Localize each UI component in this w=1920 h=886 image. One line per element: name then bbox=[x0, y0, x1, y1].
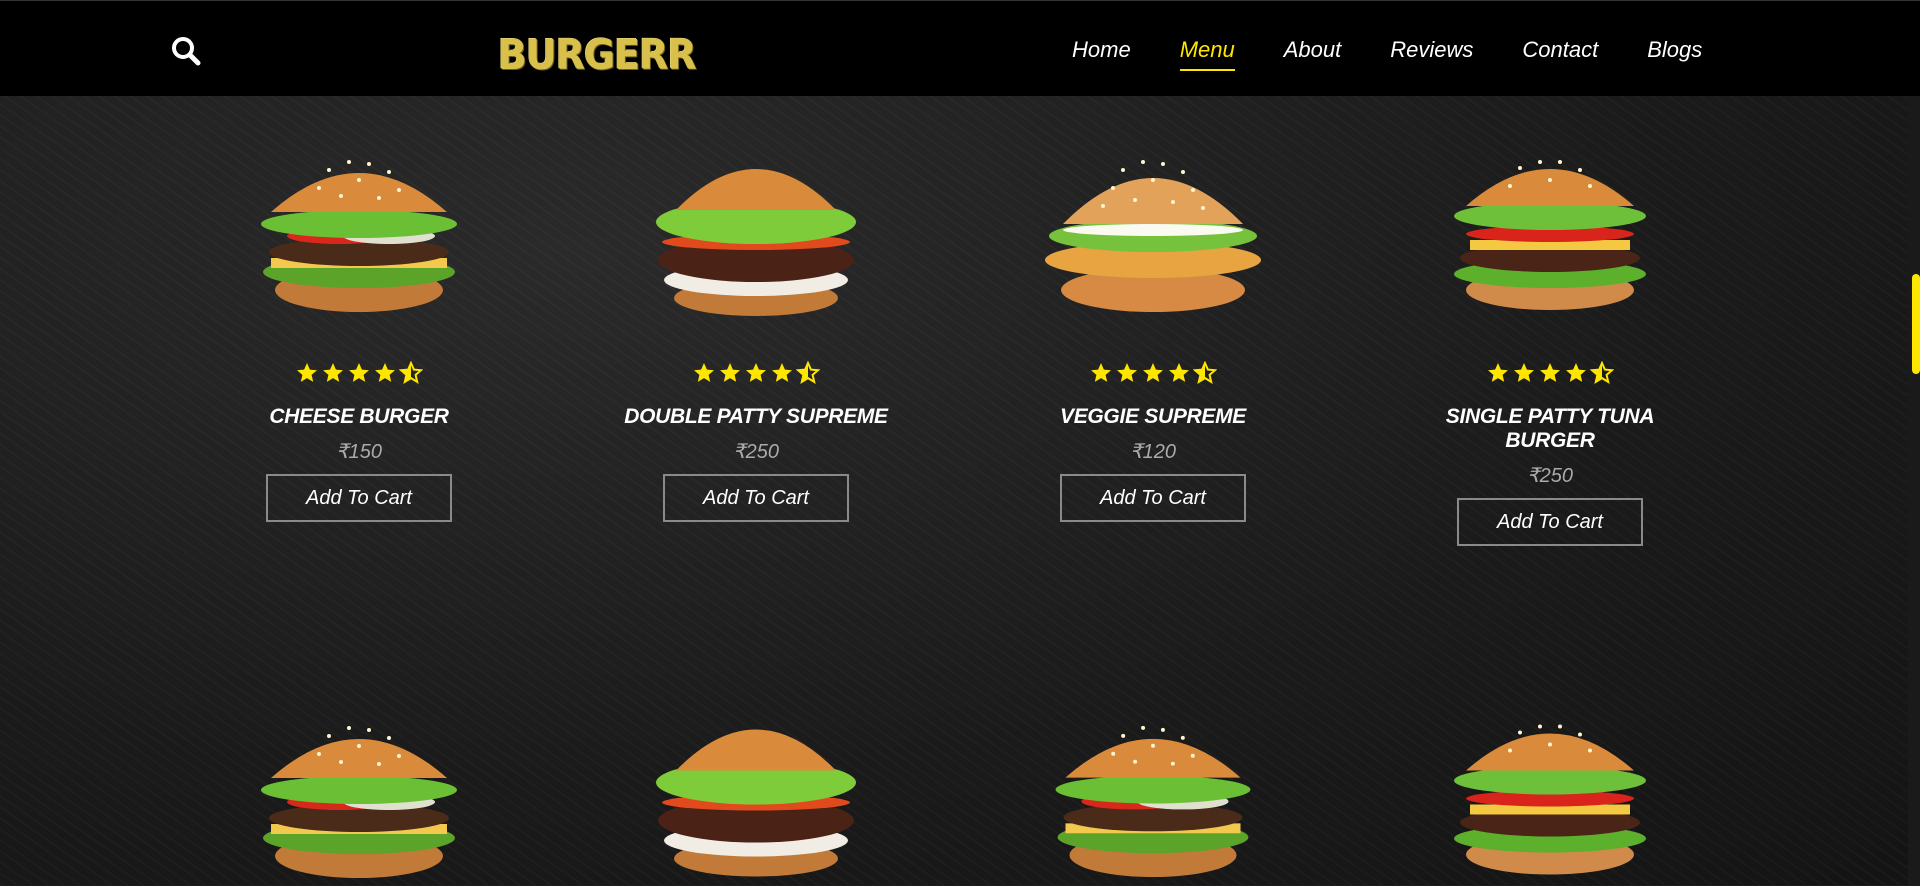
scrollbar-track[interactable] bbox=[1908, 96, 1920, 885]
burger-image[interactable] bbox=[646, 696, 866, 885]
star-icon bbox=[347, 361, 371, 385]
product-name: VEGGIE SUPREME bbox=[1059, 405, 1246, 428]
burger-image[interactable] bbox=[1440, 140, 1660, 320]
star-icon bbox=[1564, 361, 1588, 385]
star-icon bbox=[718, 361, 742, 385]
product-price: ₹150 bbox=[335, 441, 383, 463]
star-icon bbox=[1115, 361, 1139, 385]
add-to-cart-button[interactable]: Add To Cart bbox=[663, 474, 849, 522]
product-name: DOUBLE PATTY SUPREME bbox=[624, 405, 888, 428]
star-half-icon bbox=[1590, 361, 1614, 385]
star-half-icon bbox=[796, 361, 820, 385]
brand-logo[interactable]: BURGERR bbox=[498, 31, 697, 79]
add-to-cart-button[interactable]: Add To Cart bbox=[1457, 498, 1643, 546]
burger-image[interactable] bbox=[249, 140, 469, 320]
product-name: SINGLE PATTY TUNA BURGER bbox=[1445, 405, 1655, 452]
star-icon bbox=[1486, 361, 1510, 385]
burger-image[interactable] bbox=[646, 140, 866, 320]
scrollbar-thumb[interactable] bbox=[1912, 274, 1920, 374]
add-to-cart-button[interactable]: Add To Cart bbox=[1060, 474, 1246, 522]
star-icon bbox=[1167, 361, 1191, 385]
nav-reviews[interactable]: Reviews bbox=[1390, 37, 1473, 71]
star-icon bbox=[692, 361, 716, 385]
star-icon bbox=[1538, 361, 1562, 385]
nav-menu[interactable]: Menu bbox=[1179, 37, 1235, 71]
star-icon bbox=[1512, 361, 1536, 385]
nav-about[interactable]: About bbox=[1284, 37, 1342, 71]
rating-stars bbox=[1003, 361, 1303, 385]
main-nav: Home Menu About Reviews Contact Blogs bbox=[1072, 37, 1751, 71]
burger-image[interactable] bbox=[1440, 704, 1660, 885]
star-half-icon bbox=[399, 361, 423, 385]
nav-home[interactable]: Home bbox=[1072, 37, 1131, 71]
star-icon bbox=[321, 361, 345, 385]
nav-contact[interactable]: Contact bbox=[1522, 37, 1598, 71]
add-to-cart-button[interactable]: Add To Cart bbox=[266, 474, 452, 522]
product-name: CHEESE BURGER bbox=[269, 405, 449, 428]
product-price: ₹120 bbox=[1129, 441, 1177, 463]
star-half-icon bbox=[1193, 361, 1217, 385]
nav-blogs[interactable]: Blogs bbox=[1647, 37, 1702, 71]
star-icon bbox=[770, 361, 794, 385]
rating-stars bbox=[209, 361, 509, 385]
star-icon bbox=[295, 361, 319, 385]
star-icon bbox=[1089, 361, 1113, 385]
menu-card: VEGGIE SUPREME ₹120 Add To Cart bbox=[1003, 140, 1303, 522]
menu-card: DOUBLE PATTY SUPREME ₹250 Add To Cart bbox=[606, 140, 906, 522]
product-price: ₹250 bbox=[732, 441, 780, 463]
star-icon bbox=[373, 361, 397, 385]
burger-image[interactable] bbox=[249, 706, 469, 886]
menu-card: CHEESE BURGER ₹150 Add To Cart bbox=[209, 140, 509, 522]
rating-stars bbox=[606, 361, 906, 385]
burger-image[interactable] bbox=[1043, 140, 1263, 320]
menu-card: SINGLE PATTY TUNA BURGER ₹250 Add To Car… bbox=[1400, 140, 1700, 546]
navbar: BURGERR Home Menu About Reviews Contact … bbox=[0, 0, 1920, 96]
rating-stars bbox=[1400, 361, 1700, 385]
product-price: ₹250 bbox=[1526, 465, 1574, 487]
star-icon bbox=[744, 361, 768, 385]
star-icon bbox=[1141, 361, 1165, 385]
search-icon[interactable] bbox=[170, 35, 202, 67]
burger-image[interactable] bbox=[1043, 706, 1263, 885]
